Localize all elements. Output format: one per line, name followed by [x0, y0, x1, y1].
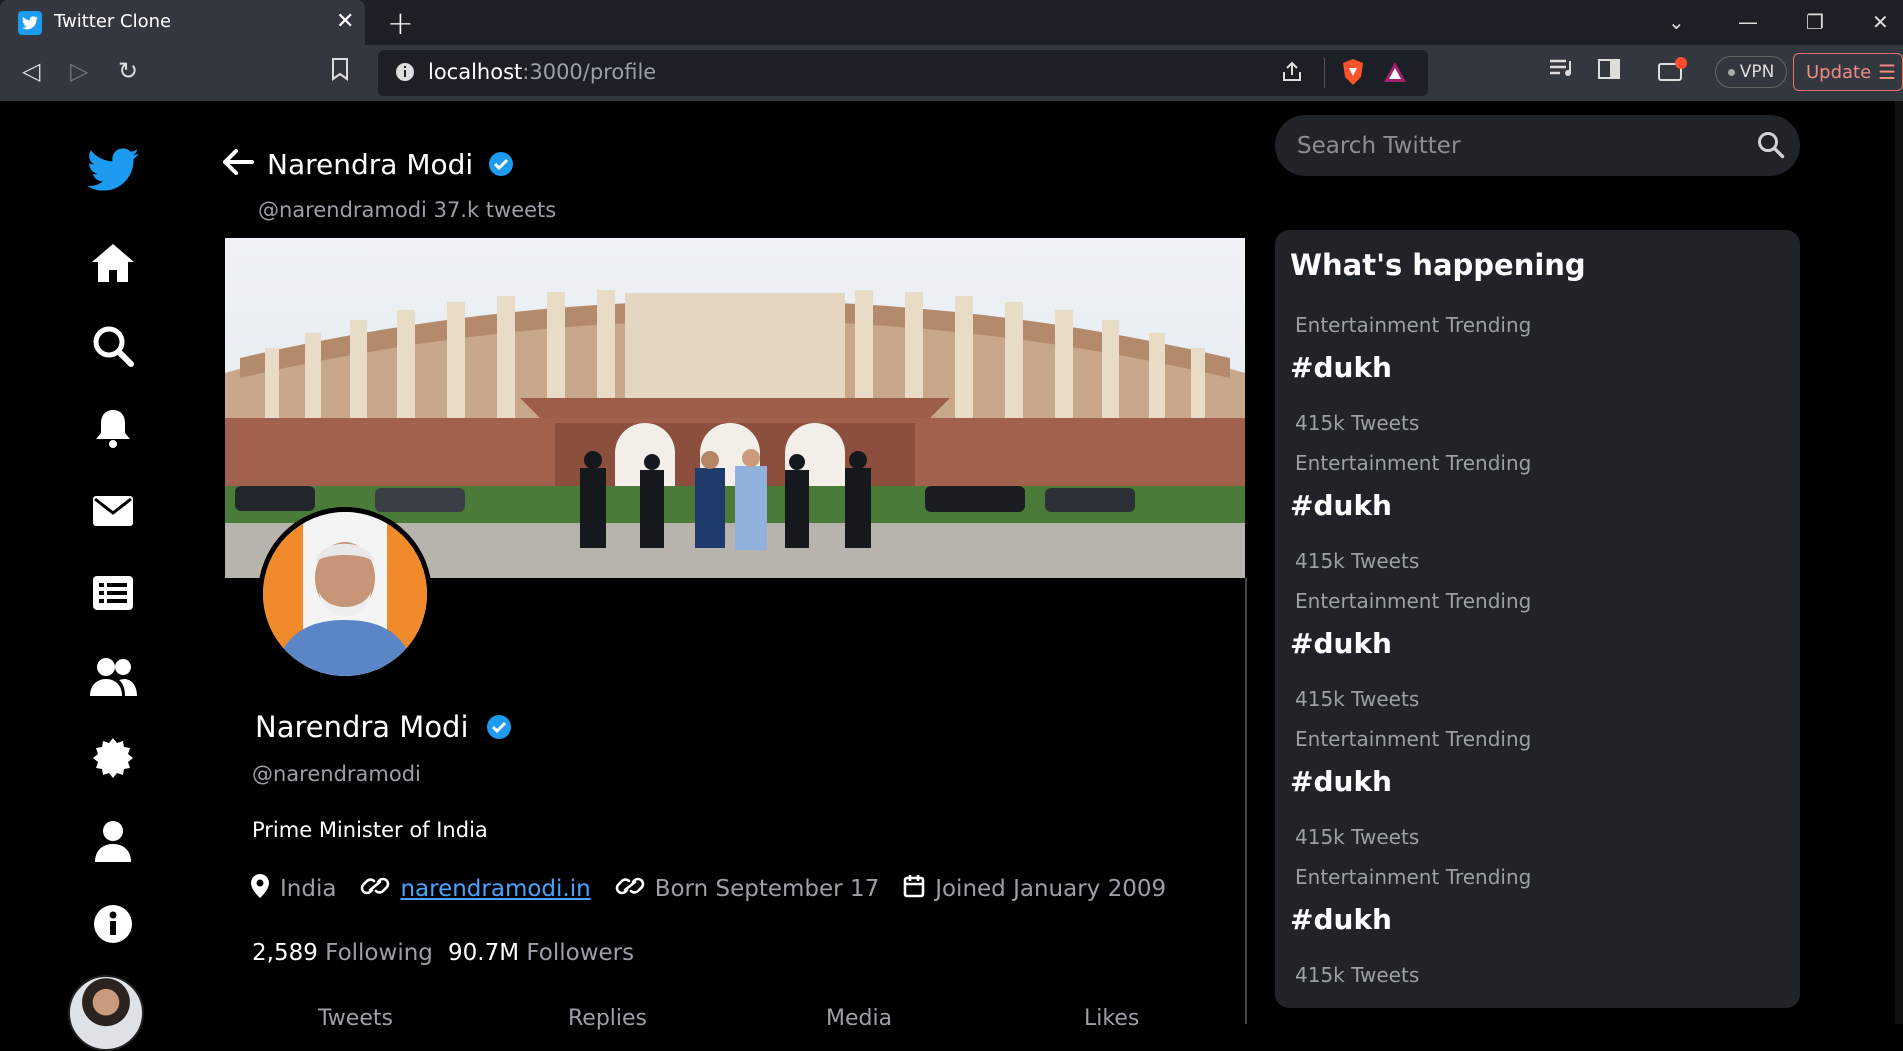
following-count: 2,589 — [252, 940, 318, 966]
gear-icon[interactable] — [78, 728, 148, 788]
bookmark-icon[interactable] — [330, 57, 350, 87]
restore-icon[interactable]: ❐ — [1806, 10, 1824, 34]
header-subtitle: @narendramodi 37.k tweets — [258, 198, 556, 222]
trend-tweet-count: 415k Tweets — [1295, 549, 1420, 573]
followers-count: 90.7M — [448, 940, 520, 966]
search-box — [1275, 115, 1800, 176]
profile-bio: Prime Minister of India — [252, 818, 488, 842]
link-icon — [360, 876, 390, 902]
birthday-link-icon — [615, 876, 645, 902]
profile-name: Narendra Modi — [255, 710, 512, 747]
brave-shield-icon[interactable] — [1340, 58, 1366, 90]
content-divider — [1245, 578, 1247, 1024]
trend-category: Entertainment Trending — [1295, 451, 1532, 475]
trend-hashtag: #dukh — [1290, 489, 1392, 522]
following-label: Following — [325, 940, 433, 966]
profile-photo[interactable] — [258, 507, 432, 681]
tab-media[interactable]: Media — [826, 1006, 892, 1031]
header-tweet-count: 37.k tweets — [433, 198, 557, 222]
followers-label: Followers — [526, 940, 635, 966]
reload-icon[interactable]: ↻ — [118, 57, 138, 85]
profile-born: Born September 17 — [654, 876, 880, 902]
following-stat[interactable]: 2,589 Following — [252, 940, 433, 966]
tab-title: Twitter Clone — [54, 11, 172, 32]
browser-tab[interactable]: Twitter Clone ✕ — [0, 0, 365, 45]
tab-search-icon[interactable]: ⌄ — [1668, 10, 1685, 34]
browser-tabstrip: Twitter Clone ✕ + ⌄ — ❐ ✕ — [0, 0, 1903, 45]
trend-item[interactable]: Entertainment Trending #dukh 415k Tweets — [1290, 313, 1775, 451]
vpn-status-dot-icon — [1727, 68, 1735, 76]
playlist-icon[interactable] — [1548, 57, 1574, 85]
trend-category: Entertainment Trending — [1295, 313, 1532, 337]
search-icon[interactable] — [78, 316, 148, 376]
trend-tweet-count: 415k Tweets — [1295, 411, 1420, 435]
followers-stat[interactable]: 90.7M Followers — [448, 940, 634, 966]
tab-tweets[interactable]: Tweets — [318, 1006, 393, 1031]
page-scrollbar[interactable] — [1895, 101, 1903, 1024]
trend-item[interactable]: Entertainment Trending #dukh 415k Tweets — [1290, 865, 1775, 1003]
verified-badge-icon — [488, 151, 514, 184]
address-bar[interactable]: localhost:3000/profile — [378, 50, 1428, 96]
verified-badge-icon — [486, 713, 512, 747]
tab-replies[interactable]: Replies — [568, 1006, 647, 1031]
trend-tweet-count: 415k Tweets — [1295, 687, 1420, 711]
url-text: localhost:3000/profile — [428, 60, 657, 84]
urlbar-divider — [1324, 58, 1325, 88]
home-icon[interactable] — [78, 233, 148, 293]
profile-website-link[interactable]: narendramodi.in — [400, 876, 590, 902]
search-magnifier-icon[interactable] — [1757, 131, 1785, 163]
whats-happening-title: What's happening — [1290, 248, 1586, 282]
back-arrow-icon[interactable] — [222, 148, 254, 180]
people-icon[interactable] — [78, 646, 148, 706]
list-icon[interactable] — [78, 563, 148, 623]
trend-category: Entertainment Trending — [1295, 727, 1532, 751]
profile-joined: Joined January 2009 — [935, 876, 1167, 902]
tab-close-icon[interactable]: ✕ — [336, 9, 354, 34]
page-title: Narendra Modi — [267, 148, 514, 184]
forward-nav-icon[interactable]: ▷ — [70, 57, 88, 85]
wallet-icon[interactable] — [1657, 57, 1687, 89]
trend-hashtag: #dukh — [1290, 627, 1392, 660]
share-icon[interactable] — [1280, 60, 1304, 88]
tab-likes[interactable]: Likes — [1084, 1006, 1139, 1031]
trend-hashtag: #dukh — [1290, 351, 1392, 384]
location-pin-icon — [250, 873, 270, 905]
twitter-logo-icon[interactable] — [78, 140, 148, 200]
close-window-icon[interactable]: ✕ — [1872, 10, 1889, 34]
header-handle: @narendramodi — [258, 198, 427, 222]
vpn-button[interactable]: VPN — [1715, 56, 1787, 88]
profile-meta: India narendramodi.in Born September 17 … — [250, 873, 1166, 905]
update-button[interactable]: Update ☰ — [1793, 53, 1903, 91]
whats-happening-panel: What's happening Entertainment Trending … — [1275, 230, 1800, 1008]
menu-icon[interactable]: ☰ — [1878, 60, 1896, 84]
browser-toolbar: ◁ ▷ ↻ localhost:3000/profile VPN Update … — [0, 45, 1903, 101]
twitter-favicon-icon — [18, 11, 42, 35]
sidebar-toggle-icon[interactable] — [1598, 57, 1620, 85]
minimize-icon[interactable]: — — [1738, 10, 1758, 34]
profile-handle: @narendramodi — [252, 762, 421, 786]
trend-hashtag: #dukh — [1290, 765, 1392, 798]
trend-tweet-count: 415k Tweets — [1295, 825, 1420, 849]
site-info-icon[interactable] — [394, 61, 416, 87]
back-nav-icon[interactable]: ◁ — [22, 57, 40, 85]
user-icon[interactable] — [78, 811, 148, 871]
mail-icon[interactable] — [78, 481, 148, 541]
update-label: Update — [1806, 62, 1872, 83]
calendar-icon — [903, 874, 925, 904]
new-tab-button[interactable]: + — [387, 4, 414, 42]
search-input[interactable] — [1295, 115, 1735, 176]
trend-tweet-count: 415k Tweets — [1295, 963, 1420, 987]
trend-category: Entertainment Trending — [1295, 589, 1532, 613]
trend-category: Entertainment Trending — [1295, 865, 1532, 889]
trend-hashtag: #dukh — [1290, 903, 1392, 936]
bell-icon[interactable] — [78, 398, 148, 458]
trend-item[interactable]: Entertainment Trending #dukh 415k Tweets — [1290, 727, 1775, 865]
profile-location: India — [280, 876, 337, 902]
vpn-label: VPN — [1739, 62, 1775, 82]
trend-item[interactable]: Entertainment Trending #dukh 415k Tweets — [1290, 589, 1775, 727]
brave-rewards-icon[interactable] — [1382, 60, 1408, 88]
trend-item[interactable]: Entertainment Trending #dukh 415k Tweets — [1290, 451, 1775, 589]
info-icon[interactable] — [78, 894, 148, 954]
account-avatar[interactable] — [68, 975, 144, 1051]
